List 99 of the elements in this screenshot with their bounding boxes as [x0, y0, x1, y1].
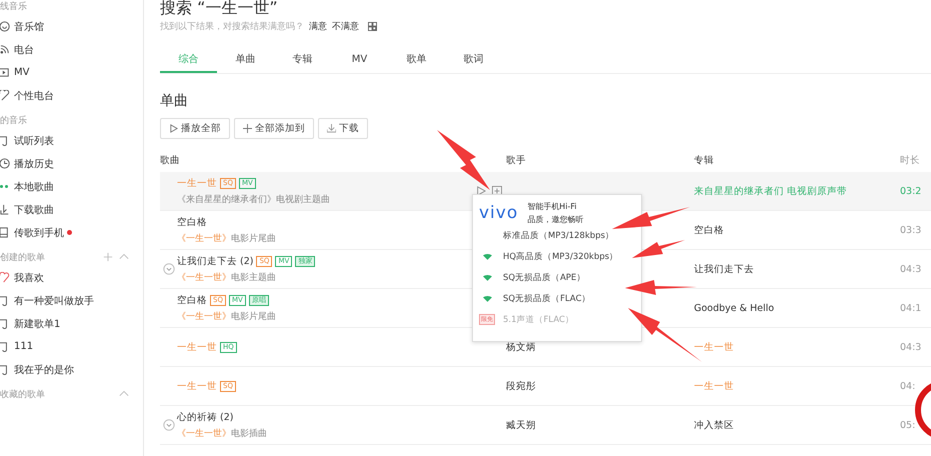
- feedback-link[interactable]: 不满意: [332, 20, 359, 33]
- singer-name[interactable]: 臧天朔: [506, 420, 536, 430]
- video-icon: [0, 67, 11, 78]
- wifi-icon: [483, 253, 492, 260]
- chevron-up-icon[interactable]: [119, 252, 129, 262]
- search-title: 搜索 “一生一世”: [160, 0, 279, 19]
- song-subtitle: 《一生一世》电影片尾曲: [177, 232, 276, 244]
- sidebar-item[interactable]: MV: [0, 61, 143, 84]
- chevron-up-icon[interactable]: [119, 389, 129, 399]
- toolbar-button[interactable]: 播放全部: [160, 118, 230, 139]
- song-title[interactable]: 空白格: [177, 294, 207, 306]
- sidebar-label: 播放历史: [14, 158, 54, 170]
- expand-icon[interactable]: [162, 419, 174, 431]
- feedback-prompt: 找到以下结果，对搜索结果满意吗？: [160, 20, 304, 33]
- dots-icon: [0, 185, 8, 188]
- song-subtitle: 《一生一世》电影插曲: [177, 428, 267, 440]
- sidebar-item[interactable]: 音乐馆: [0, 15, 143, 38]
- tab[interactable]: MV: [331, 47, 388, 73]
- sidebar-label: 我在乎的是你: [14, 364, 74, 376]
- album-name[interactable]: 空白格: [694, 224, 724, 236]
- singer-name[interactable]: 段宛彤: [506, 380, 536, 392]
- sidebar-label: 新建歌单1: [14, 318, 60, 330]
- sidebar-label: MV: [14, 67, 30, 78]
- section-heading: 线音乐: [0, 0, 27, 12]
- song-title[interactable]: 空白格: [177, 216, 207, 228]
- column-header[interactable]: 歌曲: [160, 154, 506, 166]
- column-header[interactable]: 专辑: [694, 154, 900, 166]
- qr-code-icon[interactable]: [368, 22, 377, 31]
- play-icon[interactable]: [476, 186, 486, 196]
- sidebar-item[interactable]: 个性电台: [0, 84, 143, 107]
- quality-option[interactable]: 标准品质（MP3/128kbps）: [479, 225, 641, 246]
- duration: 04:3: [900, 264, 922, 274]
- sidebar-item[interactable]: 我在乎的是你: [0, 358, 143, 381]
- sidebar-item[interactable]: 111: [0, 335, 143, 358]
- singer-name[interactable]: 杨文炳: [506, 342, 536, 352]
- quality-option[interactable]: HQ高品质（MP3/320kbps）: [479, 246, 641, 267]
- tab[interactable]: 歌单: [388, 47, 445, 73]
- sidebar-label: 下载歌曲: [14, 204, 54, 216]
- add-icon[interactable]: [103, 252, 113, 262]
- column-header[interactable]: 歌手: [506, 154, 694, 166]
- sidebar-item[interactable]: 电台: [0, 38, 143, 61]
- song-subtitle: 《来自星星的继承者们》电视剧主题曲: [177, 194, 330, 206]
- play-icon: [169, 124, 178, 133]
- expand-icon[interactable]: [162, 263, 174, 275]
- tab[interactable]: 歌词: [445, 47, 502, 73]
- wifi-icon: [483, 274, 492, 281]
- phone-icon: [0, 227, 11, 238]
- toolbar-button[interactable]: 下载: [318, 118, 368, 139]
- album-name[interactable]: Goodbye & Hello: [694, 302, 774, 314]
- album-name[interactable]: 冲入禁区: [694, 420, 734, 430]
- song-title[interactable]: 让我们走下去 (2): [177, 254, 254, 268]
- arrow: [437, 130, 490, 190]
- quality-option[interactable]: SQ无损品质（APE）: [479, 267, 641, 288]
- duration: 03:2: [900, 186, 922, 196]
- duration: 04:: [900, 380, 916, 392]
- quality-option[interactable]: SQ无损品质（FLAC）: [479, 288, 641, 309]
- album-name[interactable]: 让我们走下去: [694, 264, 754, 274]
- wifi-icon: [483, 295, 492, 302]
- sidebar-label: 音乐馆: [14, 20, 44, 34]
- slogan-text: 智能手机Hi-Fi: [527, 201, 578, 212]
- download-icon: [0, 204, 11, 215]
- duration: 04:1: [900, 302, 922, 314]
- sidebar-label: 本地歌曲: [14, 180, 54, 194]
- sidebar-label: 我喜欢: [14, 272, 44, 284]
- section-title: 单曲: [160, 92, 189, 110]
- feedback-link[interactable]: 满意: [309, 20, 327, 33]
- sidebar-label: 电台: [14, 44, 34, 56]
- sidebar-label: 个性电台: [14, 90, 54, 102]
- duration: 04:3: [900, 342, 922, 352]
- section-heading: 收藏的歌单: [0, 388, 45, 400]
- sidebar-item[interactable]: 试听列表: [0, 129, 143, 152]
- duration: 03:3: [900, 224, 922, 236]
- song-subtitle: 《一生一世》电影片尾曲: [177, 310, 276, 322]
- toolbar-button[interactable]: 全部添加到: [234, 118, 314, 139]
- sidebar-item[interactable]: 我喜欢: [0, 266, 143, 289]
- sidebar-label: 有一种爱叫做放手: [14, 294, 94, 308]
- clock-icon: [0, 158, 11, 169]
- radio-icon: [0, 44, 11, 55]
- slogan-text: 品质，邀您畅听: [527, 214, 584, 225]
- arrow: [632, 240, 685, 258]
- plus-icon: [243, 124, 252, 133]
- sidebar-item[interactable]: 下载歌曲: [0, 198, 143, 221]
- sidebar-label: 试听列表: [14, 134, 54, 148]
- sidebar-item[interactable]: 有一种爱叫做放手: [0, 289, 143, 312]
- duration: 05:: [900, 420, 916, 430]
- notification-dot: [67, 230, 72, 235]
- sidebar-label: 传歌到手机: [14, 226, 64, 240]
- sidebar-item[interactable]: 新建歌单1: [0, 312, 143, 335]
- section-heading: 创建的歌单: [0, 252, 45, 264]
- download-icon: [327, 124, 336, 133]
- sidebar-item[interactable]: 本地歌曲: [0, 175, 143, 198]
- section-heading: 的音乐: [0, 114, 27, 126]
- song-subtitle: 《一生一世》电影主题曲: [177, 272, 276, 284]
- sidebar-label: 111: [14, 341, 34, 352]
- sidebar-item[interactable]: 播放历史: [0, 152, 143, 175]
- tab[interactable]: 单曲: [217, 47, 274, 73]
- sidebar-item[interactable]: 传歌到手机: [0, 221, 143, 244]
- tab[interactable]: 专辑: [274, 47, 331, 73]
- song-title[interactable]: 心的祈祷 (2): [177, 410, 234, 424]
